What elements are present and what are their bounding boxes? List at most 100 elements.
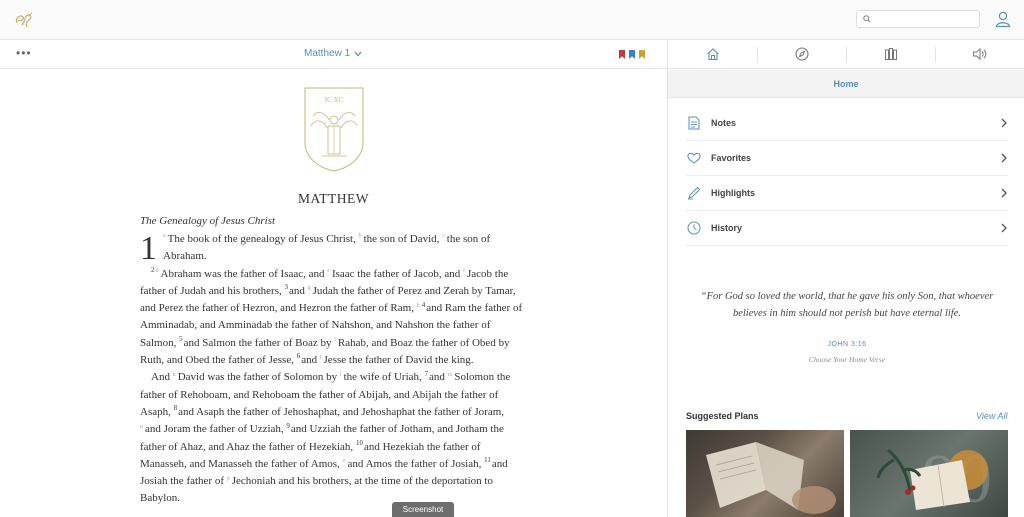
section-heading: The Genealogy of Jesus Christ [140, 215, 276, 227]
verse-number: 5 [179, 335, 183, 344]
more-options-icon[interactable]: ••• [16, 46, 32, 60]
chapter-number: 1 [140, 230, 157, 267]
menu-item-highlights[interactable]: Highlights [686, 176, 1008, 211]
chapter-text: 1 a The book of the genealogy of Jesus Ch… [140, 231, 526, 508]
verse-number: 10 [355, 438, 363, 447]
verse-text: and [301, 354, 318, 367]
paragraph: And k David was the father of Solomon by … [140, 369, 526, 507]
tab-library[interactable] [846, 40, 935, 68]
footnote-marker[interactable]: k [173, 372, 176, 378]
menu-item-label: Highlights [711, 188, 755, 198]
verse-text: and Salmon the father of Boaz by [183, 336, 332, 349]
bible-and-leaves-photo-icon: 90 [876, 441, 992, 517]
footnote-marker[interactable]: d [156, 268, 159, 274]
top-header [0, 0, 1024, 40]
tab-explore[interactable] [757, 40, 846, 68]
home-icon [706, 48, 719, 61]
open-book-photo-icon [706, 442, 836, 514]
verse-text: the son of David, [363, 233, 440, 245]
choose-home-verse-link[interactable]: Choose Your Home Verse [700, 355, 994, 364]
verse-text: and Joram the father of Uzziah, [145, 423, 284, 436]
footnote-marker[interactable]: e [327, 268, 330, 274]
blue-bookmark-icon[interactable] [629, 50, 635, 59]
footnote-marker[interactable]: g [308, 285, 311, 291]
plan-card[interactable] [686, 430, 844, 517]
tab-home[interactable] [668, 40, 757, 68]
library-icon [884, 48, 897, 60]
menu-item-notes[interactable]: Notes [686, 106, 1008, 141]
matthew-emblem-icon: IC XC [304, 87, 364, 172]
chevron-right-icon [1001, 223, 1007, 233]
footnote-marker[interactable]: i [334, 337, 336, 343]
tab-audio[interactable] [935, 40, 1024, 68]
heart-icon [686, 150, 702, 166]
verse-number: 6 [296, 352, 301, 361]
footnote-marker[interactable]: a [163, 233, 166, 239]
reader-toolbar: ••• Matthew 1 [0, 40, 667, 69]
footnote-marker[interactable]: l [340, 372, 342, 378]
verse-text: And [151, 371, 170, 384]
panel-nav-tabs [668, 40, 1024, 69]
menu-item-history[interactable]: History [686, 211, 1008, 246]
footnote-marker[interactable]: h [417, 303, 420, 309]
verse-text: and Amos the father of Josiah, [347, 457, 482, 470]
search-box[interactable] [856, 10, 980, 28]
chevron-right-icon [1001, 118, 1007, 128]
pen-icon [686, 185, 702, 201]
paragraph: 1 a The book of the genealogy of Jesus Ch… [140, 231, 526, 266]
book-title: MATTHEW [298, 191, 369, 206]
verse-number: 4 [421, 300, 426, 309]
verse-text: and [491, 457, 508, 470]
menu-item-label: Notes [711, 118, 737, 128]
esv-logo-icon[interactable] [12, 8, 36, 32]
footnote-marker[interactable]: m [448, 372, 453, 378]
speaker-icon [972, 47, 986, 61]
verse-text: David was the father of Solomon by [177, 371, 338, 384]
verse-text: Isaac the father of Jacob, and [331, 267, 461, 280]
verse-text: and Asaph the father of Jehoshaphat, and… [178, 405, 505, 418]
plan-card[interactable]: 90 [850, 430, 1008, 517]
verse-text: Abraham was the father of Isaac, and [160, 267, 325, 280]
suggested-plans-title: Suggested Plans [686, 411, 759, 421]
clock-icon [686, 220, 702, 236]
search-icon [863, 15, 871, 23]
home-verse-text: “For God so loved the world, that he gav… [700, 291, 994, 319]
footnote-marker[interactable]: j [320, 354, 322, 360]
chevron-right-icon [1001, 188, 1007, 198]
menu-item-label: Favorites [711, 153, 752, 163]
footnote-marker[interactable]: b [359, 233, 362, 239]
verse-text: and [289, 284, 305, 297]
home-heading: Home [668, 70, 1024, 98]
verse-text: the wife of Uriah, [343, 371, 422, 384]
verse-number: 2 [151, 265, 155, 274]
red-bookmark-icon[interactable] [619, 50, 625, 59]
emblem-text: IC XC [325, 96, 344, 104]
bookmark-ribbons [619, 50, 645, 59]
footnote-marker[interactable]: o [343, 458, 346, 464]
search-input[interactable] [875, 11, 977, 27]
home-verse-reference[interactable]: JOHN 3:16 [700, 341, 994, 348]
footnote-marker[interactable]: c [442, 233, 445, 239]
verse-number: 3 [284, 283, 289, 292]
verse-number: 7 [424, 369, 429, 378]
verse-text: Jesse the father of David the king. [323, 354, 474, 367]
verse-text: Josiah the father of [140, 475, 224, 488]
bible-reader: IC XC MATTHEW The Genealogy of Jesus Chr… [0, 70, 667, 517]
screenshot-tooltip: Screenshot [392, 502, 454, 517]
paragraph: 2d Abraham was the father of Isaac, and e… [140, 266, 526, 370]
gold-bookmark-icon[interactable] [639, 50, 645, 59]
view-all-link[interactable]: View All [976, 411, 1008, 421]
user-icon[interactable] [994, 10, 1012, 28]
footnote-marker[interactable]: p [227, 476, 230, 482]
footnote-marker[interactable]: f [463, 268, 465, 274]
menu-item-label: History [711, 223, 743, 233]
verse-number: 11 [484, 456, 491, 465]
footnote-marker[interactable]: n [140, 424, 143, 430]
home-menu: Notes Favorites Highlights History [686, 106, 1008, 246]
menu-item-favorites[interactable]: Favorites [686, 141, 1008, 176]
chapter-selector[interactable]: Matthew 1 [304, 48, 362, 59]
verse-number: 8 [173, 404, 178, 413]
panel-divider[interactable] [667, 40, 668, 517]
notes-icon [686, 115, 702, 131]
chevron-down-icon [354, 51, 362, 56]
